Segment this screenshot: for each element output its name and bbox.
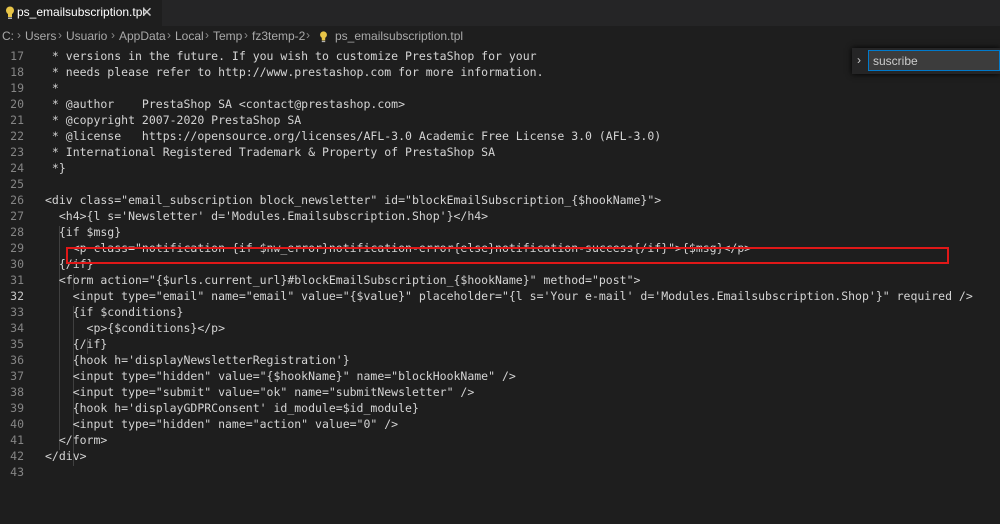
- breadcrumb-item-file[interactable]: ps_emailsubscription.tpl: [335, 29, 463, 43]
- code-editor[interactable]: 17 * versions in the future. If you wish…: [0, 46, 1000, 524]
- chevron-right-icon: ›: [17, 28, 21, 42]
- code-line: 21 * @copyright 2007-2020 PrestaShop SA: [10, 113, 302, 127]
- breadcrumb-item-temp[interactable]: Temp: [213, 29, 242, 43]
- code-line: 18 * needs please refer to http://www.pr…: [10, 65, 544, 79]
- highlight-box: [66, 247, 949, 264]
- code-line: 25: [10, 177, 24, 191]
- code-line: 41 </form>: [10, 433, 108, 447]
- code-line: 31 <form action="{$urls.current_url}#blo…: [10, 273, 641, 287]
- breadcrumb-item-local[interactable]: Local: [175, 29, 204, 43]
- code-line: 37 <input type="hidden" value="{$hookNam…: [10, 369, 516, 383]
- chevron-right-icon: ›: [58, 28, 62, 42]
- code-line: 22 * @license https://opensource.org/lic…: [10, 129, 662, 143]
- code-line: 40 <input type="hidden" name="action" va…: [10, 417, 399, 431]
- breadcrumb-item-usuario[interactable]: Usuario: [66, 29, 107, 43]
- close-icon[interactable]: ✕: [141, 4, 153, 20]
- chevron-right-icon: ›: [306, 28, 310, 42]
- chevron-right-icon: ›: [244, 28, 248, 42]
- breadcrumb-item-drive[interactable]: C:: [2, 29, 14, 43]
- breadcrumb: C: › Users › Usuario › AppData › Local ›…: [0, 26, 1000, 46]
- code-line: 23 * International Registered Trademark …: [10, 145, 496, 159]
- find-input[interactable]: [868, 50, 1000, 71]
- breadcrumb-item-users[interactable]: Users: [25, 29, 56, 43]
- code-line: 36 {hook h='displayNewsletterRegistratio…: [10, 353, 350, 367]
- code-line: 34 <p>{$conditions}</p>: [10, 321, 226, 335]
- code-line: 20 * @author PrestaShop SA <contact@pres…: [10, 97, 406, 111]
- breadcrumb-item-fz3temp[interactable]: fz3temp-2: [252, 29, 305, 43]
- code-line: 19 *: [10, 81, 59, 95]
- tab-bar: ps_emailsubscription.tpl ✕: [0, 0, 1000, 26]
- code-line: 33 {if $conditions}: [10, 305, 184, 319]
- code-line: 38 <input type="submit" value="ok" name=…: [10, 385, 475, 399]
- code-line: 24 *}: [10, 161, 66, 175]
- code-line: 27 <h4>{l s='Newsletter' d='Modules.Emai…: [10, 209, 489, 223]
- tab-label: ps_emailsubscription.tpl: [17, 5, 146, 19]
- code-line: 35 {/if}: [10, 337, 108, 351]
- chevron-right-icon: ›: [111, 28, 115, 42]
- lightbulb-icon: [320, 31, 327, 43]
- chevron-right-icon: ›: [167, 28, 171, 42]
- chevron-right-icon: ›: [205, 28, 209, 42]
- lightbulb-icon: [6, 6, 14, 19]
- code-line: 43: [10, 465, 24, 479]
- code-line: 26 <div class="email_subscription block_n…: [10, 193, 662, 207]
- code-line: 28 {if $msg}: [10, 225, 122, 239]
- code-line: 17 * versions in the future. If you wish…: [10, 49, 537, 63]
- tab-ps-emailsubscription[interactable]: ps_emailsubscription.tpl ✕: [0, 0, 162, 26]
- breadcrumb-item-appdata[interactable]: AppData: [119, 29, 166, 43]
- code-line-active: 32 <input type="email" name="email" valu…: [10, 289, 973, 303]
- code-line: 39 {hook h='displayGDPRConsent' id_modul…: [10, 401, 419, 415]
- code-line: 42 </div>: [10, 449, 87, 463]
- chevron-right-icon[interactable]: ›: [857, 53, 861, 67]
